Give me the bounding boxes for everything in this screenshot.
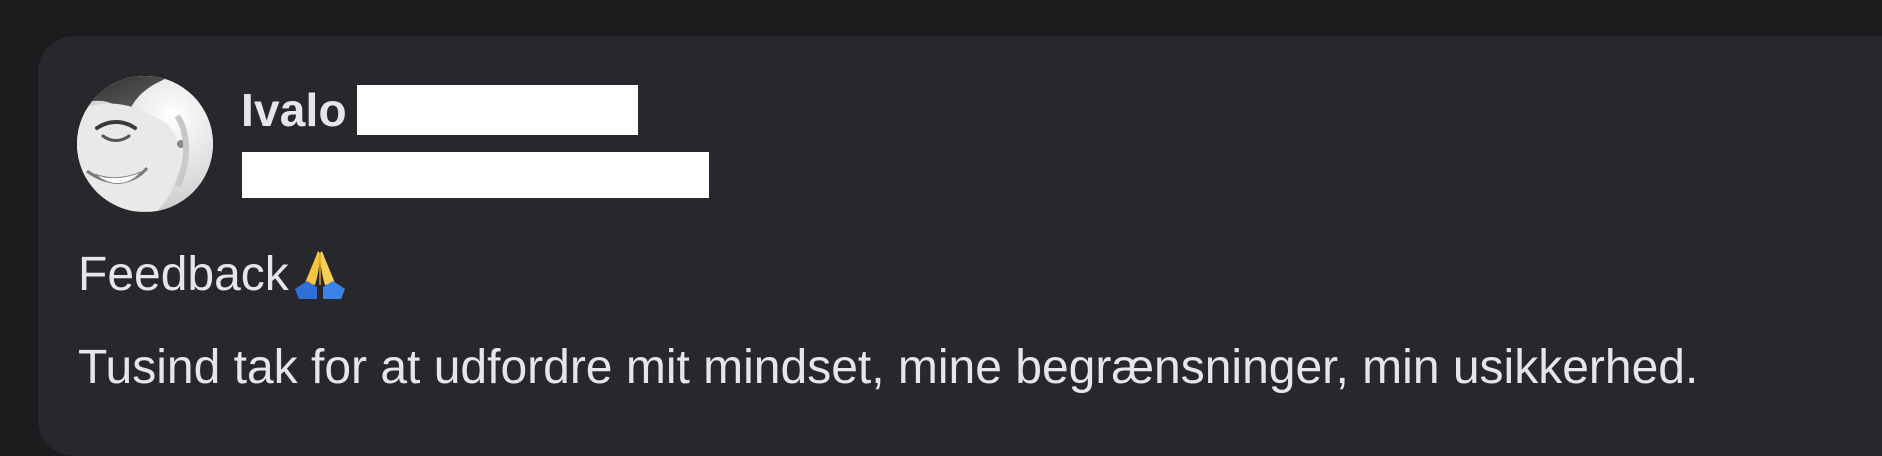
author-first-name[interactable]: Ivalo bbox=[241, 83, 347, 137]
author-avatar[interactable] bbox=[77, 76, 213, 212]
profile-photo-icon bbox=[77, 76, 213, 212]
folded-hands-icon bbox=[294, 251, 345, 299]
post-body: Tusind tak for at udfordre mit mindset, … bbox=[78, 341, 1699, 394]
post-title: Feedback bbox=[78, 244, 349, 304]
post-title-text: Feedback bbox=[78, 247, 289, 301]
author-name[interactable]: Ivalo bbox=[241, 82, 638, 138]
redacted-last-name bbox=[356, 85, 638, 135]
redacted-post-meta bbox=[242, 152, 709, 198]
